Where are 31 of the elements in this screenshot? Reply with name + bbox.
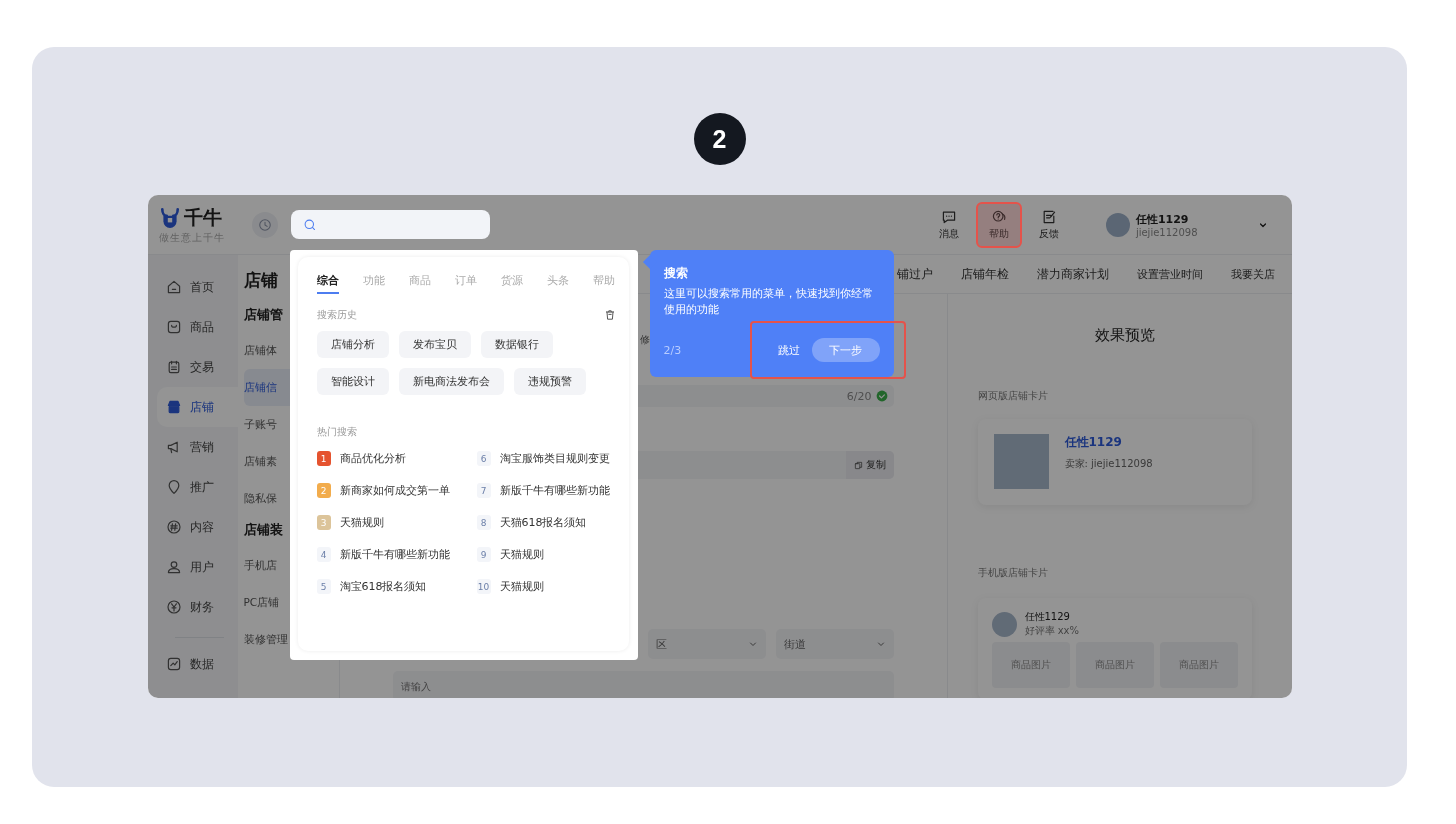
user-account: jiejie112098 bbox=[1135, 226, 1198, 238]
seller-name: 卖家: jiejie112098 bbox=[1064, 457, 1153, 471]
rank-badge: 3 bbox=[316, 515, 331, 530]
rank-badge: 9 bbox=[476, 547, 491, 562]
step-counter: 2/3 bbox=[663, 343, 682, 357]
rank-badge: 8 bbox=[476, 515, 491, 530]
section-label: 搜索历史 bbox=[316, 308, 357, 322]
rating-text: 好评率 xx% bbox=[1024, 624, 1080, 638]
menu-group-title: 店铺管 bbox=[243, 306, 283, 324]
shop-name: 任性1129 bbox=[1064, 434, 1123, 451]
rank-badge: 5 bbox=[316, 579, 331, 594]
step-number-badge: 2 bbox=[693, 113, 746, 165]
rank-badge: 2 bbox=[316, 483, 331, 498]
rank-badge: 6 bbox=[476, 451, 491, 466]
user-name: 任性1129 bbox=[1135, 211, 1190, 227]
shop-name: 任性1129 bbox=[1024, 610, 1071, 624]
character-counter: 6/20 bbox=[846, 389, 872, 403]
rank-badge: 4 bbox=[316, 547, 331, 562]
rank-badge: 7 bbox=[476, 483, 491, 498]
section-label: 网页版店铺卡片 bbox=[977, 389, 1049, 403]
section-label: 手机版店铺卡片 bbox=[977, 566, 1049, 580]
menu-group-title: 店铺装 bbox=[243, 521, 283, 539]
label-text: 修 bbox=[639, 333, 651, 347]
panel-title: 效果预览 bbox=[1093, 326, 1156, 345]
rank-badge: 1 bbox=[316, 451, 331, 466]
tooltip-title: 搜索 bbox=[663, 265, 689, 282]
rank-badge: 10 bbox=[476, 579, 491, 594]
page-title: 店铺 bbox=[243, 269, 278, 292]
tooltip-text: 这里可以搜索常用的菜单，快速找到你经常使用的功能 bbox=[663, 286, 874, 318]
logo-text: 千牛 bbox=[183, 204, 222, 230]
section-label: 热门搜索 bbox=[316, 425, 358, 439]
